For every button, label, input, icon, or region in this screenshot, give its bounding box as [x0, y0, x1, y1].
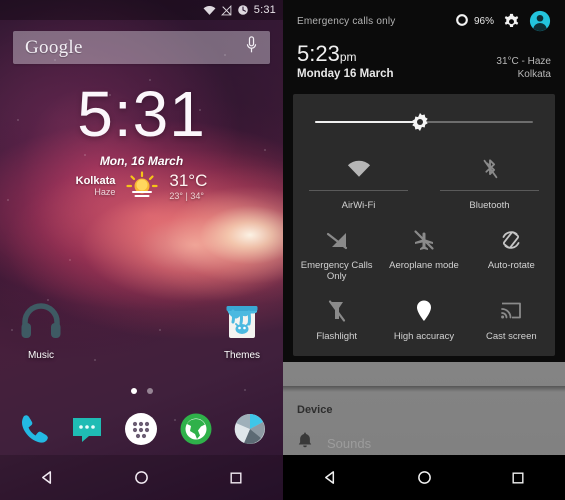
tile-bluetooth[interactable]: Bluetooth	[424, 144, 555, 215]
page-dot-2[interactable]	[146, 388, 153, 394]
weather-temperature: 31°C	[169, 171, 208, 191]
signal-off-icon	[295, 227, 378, 253]
tile-underline	[309, 189, 408, 191]
tile-row-3: Flashlight High accuracy Cast screen	[293, 286, 555, 346]
tile-emergency-calls-only[interactable]: Emergency Calls Only	[293, 215, 380, 286]
device-section-header: Device	[297, 404, 333, 416]
brightness-sun-icon[interactable]	[411, 112, 429, 131]
dock-icon-camera[interactable]	[231, 410, 269, 448]
battery-ring-icon	[455, 13, 469, 30]
recents-square-icon[interactable]	[214, 462, 258, 494]
page-dot-1[interactable]	[130, 388, 137, 394]
tile-airwifi[interactable]: AirWi-Fi	[293, 144, 424, 215]
home-navigation-bar	[0, 455, 283, 500]
paint-bucket-icon	[226, 306, 258, 338]
device-settings-section: Device Sounds	[283, 392, 565, 455]
dock-icon-browser[interactable]	[177, 410, 215, 448]
tile-label-airwifi: AirWi-Fi	[341, 199, 376, 211]
home-circle-icon[interactable]	[402, 462, 446, 494]
qs-date: Monday 16 March	[297, 68, 394, 81]
tile-high-accuracy[interactable]: High accuracy	[380, 286, 467, 346]
wifi-icon	[295, 156, 422, 182]
quick-settings-screen: Device Sounds Emergency calls only 96% 5…	[283, 0, 565, 500]
qs-weather-temp-condition: 31°C - Haze	[496, 55, 551, 67]
battery-status[interactable]: 96%	[455, 13, 494, 30]
tile-cast-screen[interactable]: Cast screen	[468, 286, 555, 346]
flashlight-off-icon	[295, 298, 378, 324]
sun-haze-icon	[125, 171, 159, 201]
auto-rotate-icon	[470, 227, 553, 253]
wifi-icon	[203, 5, 216, 16]
panel-drop-shadow	[283, 386, 565, 392]
dock-icon-app-drawer[interactable]	[122, 410, 160, 448]
quick-settings-panel: Emergency calls only 96% 5:23pm Monday 1…	[283, 0, 565, 362]
tile-label-cast-screen: Cast screen	[485, 330, 537, 342]
qs-navigation-bar	[283, 455, 565, 500]
alarm-icon	[237, 4, 249, 16]
location-pin-icon	[382, 298, 465, 324]
home-dock	[0, 403, 283, 455]
carrier-label: Emergency calls only	[297, 15, 396, 27]
qs-clock-time: 5:23	[297, 41, 340, 66]
weather-condition: Haze	[94, 187, 116, 198]
widget-date: Mon, 16 March	[99, 154, 184, 168]
battery-percent: 96%	[473, 15, 494, 27]
tile-auto-rotate[interactable]: Auto-rotate	[468, 215, 555, 286]
brightness-track[interactable]	[315, 112, 533, 131]
bell-icon	[297, 432, 313, 455]
user-avatar-icon[interactable]	[529, 10, 551, 32]
tile-label-emergency-calls-only: Emergency Calls Only	[300, 259, 373, 282]
tile-label-flashlight: Flashlight	[316, 330, 357, 342]
tile-label-auto-rotate: Auto-rotate	[487, 259, 535, 271]
app-icon-music[interactable]: Music	[8, 300, 74, 361]
tile-flashlight[interactable]: Flashlight	[293, 286, 380, 346]
tile-row-1: AirWi-Fi Bluetooth	[293, 144, 555, 215]
dock-icon-phone[interactable]	[14, 410, 52, 448]
airplane-off-icon	[382, 227, 465, 253]
home-status-bar: 5:31	[0, 0, 283, 20]
weather-city: Kolkata	[75, 174, 116, 187]
quick-settings-tiles-card: AirWi-Fi Bluetooth Emergency Calls Only …	[293, 93, 555, 356]
tile-underline	[440, 189, 539, 191]
weather-hi-lo: 23° | 34°	[169, 190, 204, 201]
status-bar-clock: 5:31	[253, 4, 276, 16]
home-app-icons: Music Themes	[0, 300, 283, 370]
tile-label-high-accuracy: High accuracy	[393, 330, 455, 342]
android-home-screen: 5:31 Google 5:31 Mon, 16 March Kolkata H…	[0, 0, 283, 500]
brightness-fill	[315, 120, 420, 123]
tile-row-2: Emergency Calls Only Aeroplane mode Auto…	[293, 215, 555, 286]
widget-clock[interactable]: 5:31	[0, 82, 283, 146]
qs-clock-ampm: pm	[339, 50, 357, 64]
google-search-bar[interactable]: Google	[13, 31, 270, 64]
home-circle-icon[interactable]	[119, 462, 163, 494]
gear-icon[interactable]	[502, 12, 521, 31]
tile-label-aeroplane-mode: Aeroplane mode	[389, 259, 459, 271]
quick-settings-header: Emergency calls only 96% 5:23pm Monday 1…	[283, 0, 565, 86]
qs-weather-city: Kolkata	[517, 69, 551, 81]
dual-screenshot: 5:31 Google 5:31 Mon, 16 March Kolkata H…	[0, 0, 565, 500]
cast-icon	[470, 298, 553, 324]
tile-label-bluetooth: Bluetooth	[469, 199, 510, 211]
app-icon-themes[interactable]: Themes	[209, 300, 275, 361]
google-logo-text: Google	[25, 36, 83, 58]
app-label-music: Music	[27, 350, 55, 361]
brightness-slider[interactable]	[293, 100, 555, 144]
app-label-themes: Themes	[223, 350, 261, 361]
back-triangle-icon[interactable]	[308, 462, 352, 494]
back-triangle-icon[interactable]	[25, 462, 69, 494]
headphones-icon	[21, 303, 61, 338]
settings-item-sounds[interactable]: Sounds	[283, 416, 565, 455]
signal-off-icon	[220, 4, 232, 16]
settings-item-label-sounds: Sounds	[327, 436, 372, 451]
clock-weather-widget[interactable]: 5:31 Mon, 16 March Kolkata Haze 31°C 23°…	[0, 82, 283, 201]
dock-icon-messaging[interactable]	[68, 410, 106, 448]
microphone-icon[interactable]	[245, 36, 258, 59]
page-indicator	[0, 388, 283, 394]
tile-aeroplane-mode[interactable]: Aeroplane mode	[380, 215, 467, 286]
bluetooth-off-icon	[426, 156, 553, 182]
recents-square-icon[interactable]	[496, 462, 540, 494]
widget-weather-row[interactable]: Kolkata Haze 31°C 23° | 34°	[0, 171, 283, 201]
